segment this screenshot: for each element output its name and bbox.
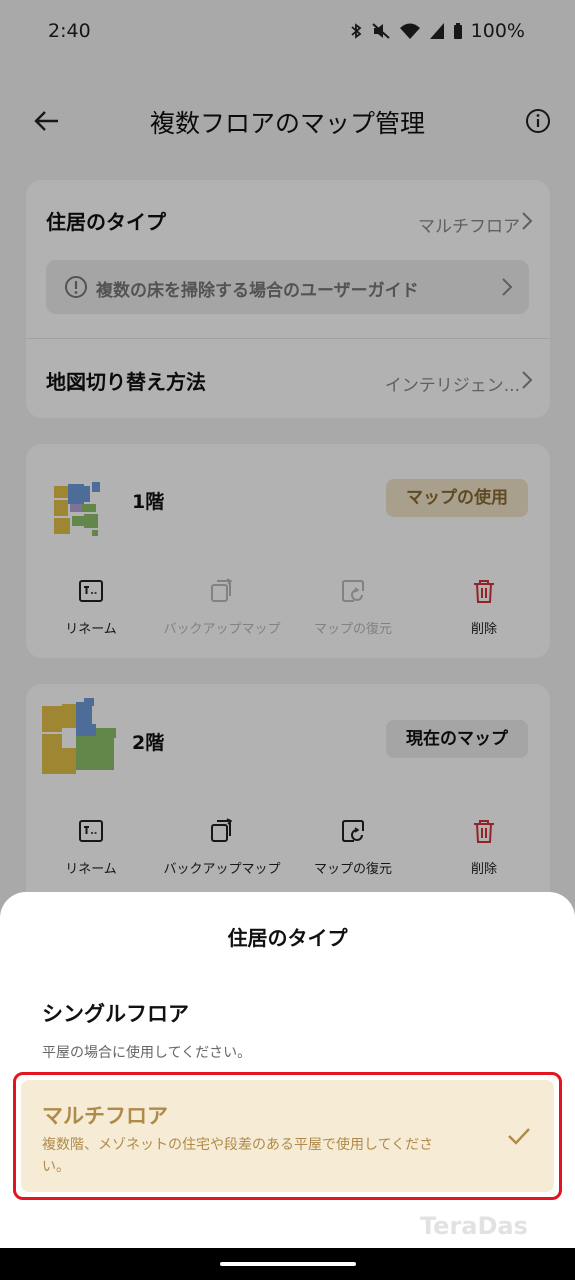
option-description: 平屋の場合に使用してください。 [42, 1045, 252, 1061]
option-single-floor[interactable]: シングルフロア 平屋の場合に使用してください。 [42, 998, 251, 1062]
option-multi-floor[interactable]: マルチフロア 複数階、メゾネットの住宅や段差のある平屋で使用してください。 [21, 1080, 554, 1192]
watermark: TeraDas [420, 1212, 528, 1240]
checkmark-icon [508, 1128, 530, 1145]
option-description: 複数階、メゾネットの住宅や段差のある平屋で使用してください。 [42, 1137, 434, 1175]
sheet-title: 住居のタイプ [227, 926, 348, 950]
option-name: マルチフロア [42, 1104, 168, 1128]
residence-type-sheet: 住居のタイプ シングルフロア 平屋の場合に使用してください。 マルチフロア 複数… [0, 892, 575, 1248]
home-handle[interactable] [220, 1262, 356, 1266]
option-name: シングルフロア [42, 1002, 189, 1026]
system-nav-bar [0, 1248, 575, 1280]
